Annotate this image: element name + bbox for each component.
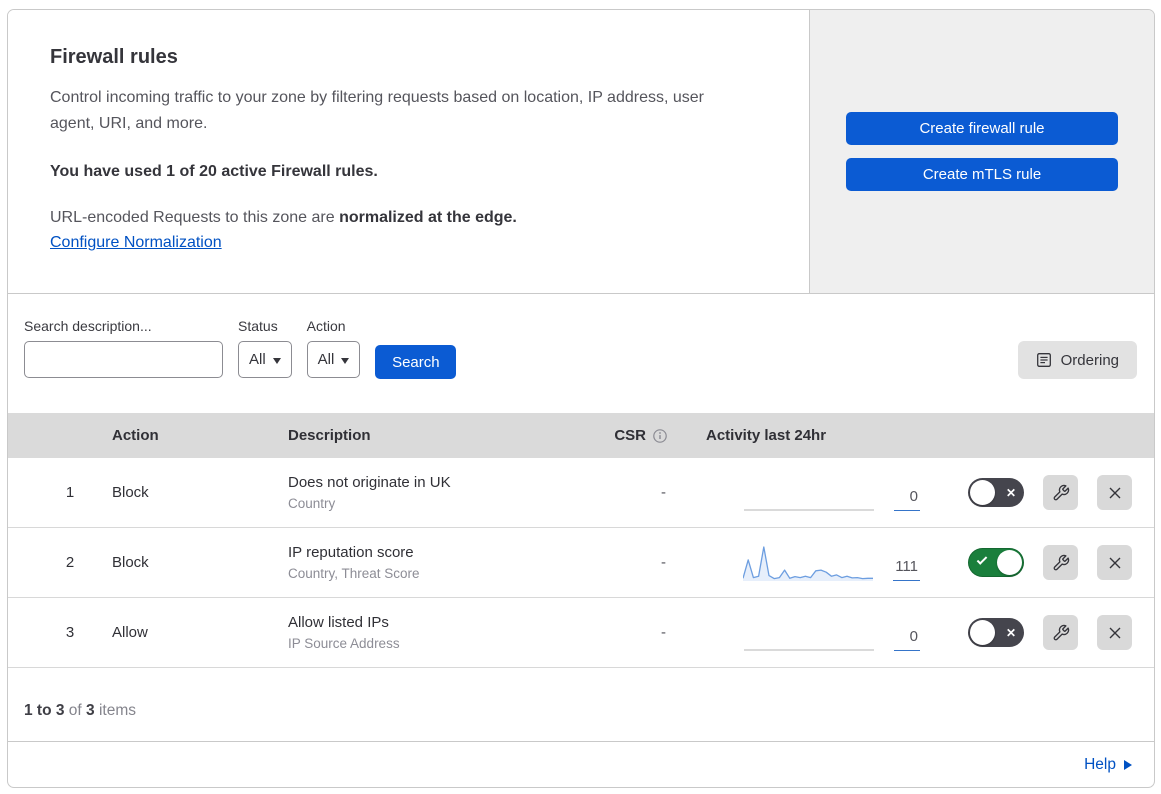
- rule-action: Block: [112, 554, 149, 571]
- activity-sparkline-flat: [744, 473, 874, 513]
- column-activity: Activity last 24hr: [706, 427, 827, 444]
- rule-activity: 0: [678, 473, 924, 513]
- rule-priority: 1: [65, 484, 75, 501]
- ordering-button[interactable]: Ordering: [1017, 341, 1137, 379]
- rule-csr-value: -: [661, 554, 666, 571]
- usage-note: You have used 1 of 20 active Firewall ru…: [50, 163, 378, 181]
- close-icon: [1109, 557, 1120, 568]
- table-row: 2 Block IP reputation score Country, Thr…: [8, 528, 1154, 598]
- activity-count-link[interactable]: 0: [894, 628, 920, 651]
- close-icon: [1109, 487, 1120, 498]
- action-select[interactable]: All: [306, 341, 361, 378]
- firewall-rules-card: Firewall rules Control incoming traffic …: [7, 9, 1155, 788]
- rule-controls: ✕: [924, 545, 1154, 580]
- actions-panel: Create firewall rule Create mTLS rule: [810, 10, 1154, 293]
- help-section: Help: [8, 741, 1154, 787]
- wrench-icon: [1053, 484, 1069, 500]
- rule-description: Allow listed IPs IP Source Address: [288, 613, 400, 651]
- rule-description: IP reputation score Country, Threat Scor…: [288, 543, 420, 581]
- table-row: 3 Allow Allow listed IPs IP Source Addre…: [8, 598, 1154, 668]
- rule-enabled-toggle[interactable]: ✕: [968, 478, 1024, 507]
- rule-controls: ✕: [924, 615, 1154, 650]
- status-select[interactable]: All: [238, 341, 292, 378]
- rule-csr-value: -: [661, 624, 666, 641]
- rule-activity: 0: [678, 613, 924, 653]
- column-action: Action: [112, 427, 159, 444]
- rule-description: Does not originate in UK Country: [288, 473, 451, 511]
- rule-activity: 111: [678, 543, 924, 583]
- rule-priority: 2: [65, 554, 75, 571]
- action-label: Action: [306, 318, 346, 334]
- table-row: 1 Block Does not originate in UK Country…: [8, 458, 1154, 528]
- rule-csr-value: -: [661, 484, 666, 501]
- rule-action: Allow: [112, 624, 148, 641]
- rule-controls: ✕: [924, 475, 1154, 510]
- help-link[interactable]: Help: [1084, 756, 1132, 774]
- header-section: Firewall rules Control incoming traffic …: [8, 10, 1154, 294]
- column-csr: CSR: [606, 427, 678, 444]
- delete-rule-button[interactable]: [1097, 615, 1132, 650]
- wrench-icon: [1053, 554, 1069, 570]
- page-description: Control incoming traffic to your zone by…: [50, 89, 704, 132]
- wrench-icon: [1053, 624, 1069, 640]
- create-mtls-rule-button[interactable]: Create mTLS rule: [846, 158, 1118, 191]
- column-description: Description: [288, 427, 371, 444]
- activity-count-link[interactable]: 0: [894, 488, 920, 511]
- arrow-right-icon: [1124, 760, 1132, 770]
- list-icon: [1036, 353, 1051, 367]
- status-label: Status: [238, 318, 278, 334]
- table-header: Action Description CSR Activity last 24h…: [8, 413, 1154, 458]
- rule-enabled-toggle[interactable]: ✕: [968, 618, 1024, 647]
- delete-rule-button[interactable]: [1097, 475, 1132, 510]
- filter-bar: Search description... Status All Action …: [8, 294, 1154, 413]
- info-icon[interactable]: [652, 428, 668, 444]
- toggle-x-icon: ✕: [1005, 485, 1016, 500]
- toggle-x-icon: ✕: [1005, 625, 1016, 640]
- normalization-note: URL-encoded Requests to this zone are no…: [50, 209, 517, 227]
- edit-rule-button[interactable]: [1043, 545, 1078, 580]
- toggle-knob: [997, 550, 1022, 575]
- action-filter-group: Action All: [306, 318, 361, 378]
- activity-sparkline-chart: [743, 543, 874, 583]
- toggle-check-icon: [976, 554, 988, 565]
- create-firewall-rule-button[interactable]: Create firewall rule: [846, 112, 1118, 145]
- search-group: Search description...: [24, 318, 223, 378]
- activity-count-link[interactable]: 111: [893, 558, 920, 581]
- search-label: Search description...: [24, 318, 152, 334]
- toggle-knob: [970, 480, 995, 505]
- rule-priority: 3: [65, 624, 75, 641]
- rule-action: Block: [112, 484, 149, 501]
- search-input-wrapper: [24, 341, 223, 378]
- edit-rule-button[interactable]: [1043, 615, 1078, 650]
- page-title: Firewall rules: [50, 46, 178, 68]
- delete-rule-button[interactable]: [1097, 545, 1132, 580]
- pagination-summary: 1 to 3 of 3 items: [24, 701, 136, 719]
- search-input[interactable]: [41, 342, 222, 377]
- edit-rule-button[interactable]: [1043, 475, 1078, 510]
- search-button[interactable]: Search: [375, 345, 457, 379]
- chevron-down-icon: [272, 357, 281, 364]
- toggle-knob: [970, 620, 995, 645]
- status-filter-group: Status All: [238, 318, 292, 378]
- configure-normalization-link[interactable]: Configure Normalization: [50, 234, 222, 252]
- close-icon: [1109, 627, 1120, 638]
- intro-panel: Firewall rules Control incoming traffic …: [8, 10, 810, 293]
- rule-enabled-toggle[interactable]: ✕: [968, 548, 1024, 577]
- chevron-down-icon: [341, 357, 350, 364]
- activity-sparkline-flat: [744, 613, 874, 653]
